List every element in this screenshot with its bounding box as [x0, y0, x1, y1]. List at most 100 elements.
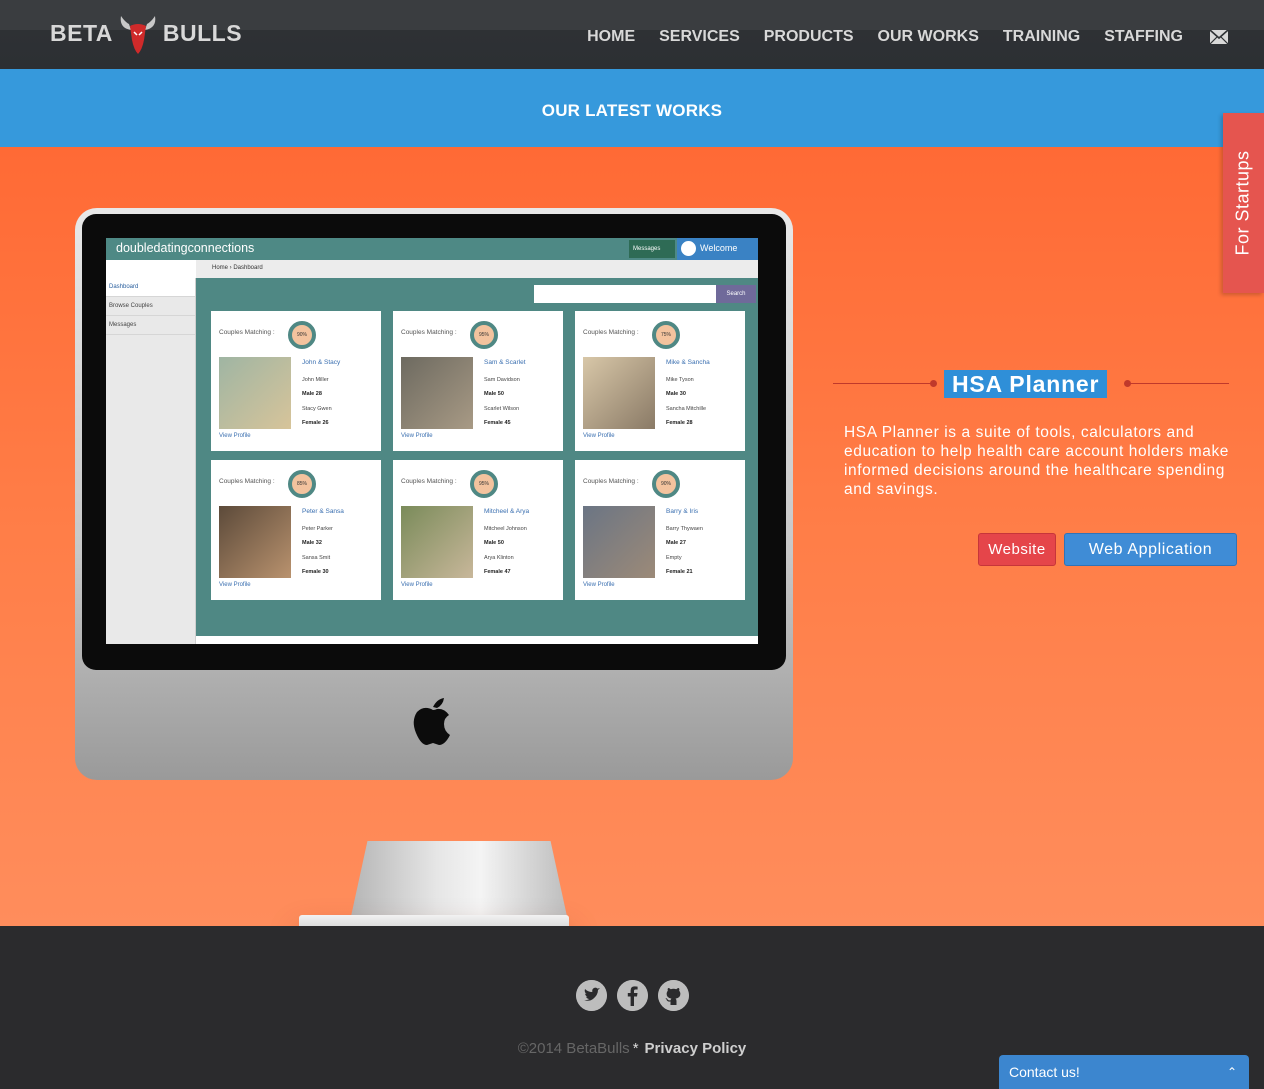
- app-search-input: [534, 285, 716, 303]
- match-percent-ring: 95%: [470, 470, 498, 498]
- couple-match-label: Couples Matching :: [401, 478, 457, 485]
- couple-card: Couples Matching : 90% Barry & Iris Barry T…: [575, 460, 745, 600]
- person-two-name: Arya Klinton: [484, 555, 514, 561]
- nav-training[interactable]: TRAINING: [1003, 28, 1080, 46]
- couple-name: Sam & Scarlet: [484, 359, 526, 366]
- person-one-details: Male 27: [666, 540, 686, 546]
- contact-us-label: Contact us!: [1009, 1064, 1080, 1080]
- match-percent-ring: 95%: [470, 321, 498, 349]
- copyright-text: ©2014 BetaBulls: [517, 1040, 630, 1057]
- couple-match-label: Couples Matching :: [401, 329, 457, 336]
- app-brand: doubledatingconnections: [116, 241, 255, 255]
- couple-card: Couples Matching : 95% Mitcheel & Arya Mitc…: [393, 460, 563, 600]
- logo[interactable]: BETA BULLS: [50, 10, 242, 56]
- couple-photo: [583, 506, 655, 578]
- couple-card: Couples Matching : 75% Mike & Sancha Mike T…: [575, 311, 745, 451]
- couple-photo: [401, 357, 473, 429]
- couple-name: Mike & Sancha: [666, 359, 710, 366]
- couple-match-label: Couples Matching :: [583, 478, 639, 485]
- view-profile-link: View Profile: [401, 433, 433, 439]
- couple-photo: [401, 506, 473, 578]
- couple-match-label: Couples Matching :: [219, 478, 275, 485]
- person-two-details: Female 26: [302, 420, 329, 426]
- couple-name: Mitcheel & Arya: [484, 508, 530, 515]
- for-startups-label: For Startups: [1232, 150, 1253, 256]
- app-content: Search Couples Matching : 90% John & Stacy…: [196, 278, 758, 636]
- couple-card: Couples Matching : 90% John & Stacy John Mi…: [211, 311, 381, 451]
- couple-card: Couples Matching : 95% Sam & Scarlet Sam Da…: [393, 311, 563, 451]
- website-button[interactable]: Website: [978, 533, 1056, 566]
- person-two-details: Female 28: [666, 420, 693, 426]
- github-icon[interactable]: [658, 980, 689, 1011]
- imac-stand-base: [299, 915, 569, 926]
- person-one-details: Male 28: [302, 391, 322, 397]
- nav-staffing[interactable]: STAFFING: [1104, 28, 1183, 46]
- web-application-button[interactable]: Web Application: [1064, 533, 1237, 566]
- logo-text-left: BETA: [50, 19, 113, 46]
- screen-app-dashboard[interactable]: doubledatingconnections Messages Welcome…: [106, 238, 758, 644]
- logo-text-right: BULLS: [162, 19, 243, 46]
- bull-logo-icon: [120, 16, 156, 54]
- couple-match-label: Couples Matching :: [219, 329, 275, 336]
- title-divider-dot: [930, 380, 937, 387]
- heart-icon: [681, 241, 696, 256]
- title-divider-right: [1130, 383, 1229, 384]
- person-two-name: Scarlet Wilson: [484, 406, 520, 412]
- couple-match-label: Couples Matching :: [583, 329, 639, 336]
- nav-home[interactable]: HOME: [587, 28, 635, 46]
- app-welcome-menu: Welcome: [677, 238, 758, 260]
- person-two-details: Female 47: [484, 569, 511, 575]
- works-header-band: OUR LATEST WORKS: [0, 69, 1264, 147]
- person-one-name: John Miller: [302, 377, 329, 383]
- view-profile-link: View Profile: [401, 582, 433, 588]
- person-one-details: Male 32: [302, 540, 322, 546]
- app-search-button: Search: [716, 285, 756, 303]
- person-two-details: Female 30: [302, 569, 329, 575]
- person-one-name: Sam Davidson: [484, 377, 520, 383]
- person-one-name: Barry Thywaen: [666, 526, 703, 532]
- nav-services[interactable]: SERVICES: [659, 28, 740, 46]
- app-sidebar: Dashboard Browse Couples Messages: [106, 278, 196, 644]
- couple-photo: [219, 506, 291, 578]
- person-one-name: Peter Parker: [302, 526, 333, 532]
- nav-products[interactable]: PRODUCTS: [764, 28, 854, 46]
- couple-photo: [583, 357, 655, 429]
- couple-name: Barry & Iris: [666, 508, 699, 515]
- person-one-details: Male 50: [484, 391, 504, 397]
- person-two-name: Stacy Gwen: [302, 406, 332, 412]
- match-percent-ring: 75%: [652, 321, 680, 349]
- view-profile-link: View Profile: [219, 582, 251, 588]
- person-one-name: Mike Tyson: [666, 377, 694, 383]
- contact-us-widget[interactable]: Contact us! ⌃: [999, 1055, 1249, 1089]
- match-percent-ring: 85%: [288, 470, 316, 498]
- main-nav: HOME SERVICES PRODUCTS OUR WORKS TRAININ…: [563, 28, 1228, 46]
- facebook-icon[interactable]: [617, 980, 648, 1011]
- couple-card: Couples Matching : 85% Peter & Sansa Peter …: [211, 460, 381, 600]
- for-startups-tab[interactable]: For Startups: [1223, 113, 1264, 293]
- view-profile-link: View Profile: [583, 582, 615, 588]
- project-title: HSA Planner: [944, 370, 1108, 398]
- twitter-icon[interactable]: [576, 980, 607, 1011]
- match-percent-ring: 90%: [652, 470, 680, 498]
- nav-our-works[interactable]: OUR WORKS: [878, 28, 979, 46]
- privacy-policy-link[interactable]: Privacy Policy: [645, 1040, 747, 1057]
- app-sidebar-item: Browse Couples: [106, 297, 195, 316]
- app-welcome-label: Welcome: [700, 243, 738, 253]
- app-footer: [196, 636, 758, 644]
- chevron-up-icon[interactable]: ⌃: [1227, 1055, 1237, 1089]
- app-breadcrumb: Home › Dashboard: [196, 260, 758, 278]
- mail-icon[interactable]: [1210, 30, 1228, 44]
- match-percent-ring: 90%: [288, 321, 316, 349]
- app-messages-button: Messages: [629, 240, 675, 258]
- top-navbar: BETA BULLS HOME SERVICES PRODUCTS OUR WO…: [0, 0, 1264, 69]
- view-profile-link: View Profile: [219, 433, 251, 439]
- person-one-details: Male 30: [666, 391, 686, 397]
- couple-photo: [219, 357, 291, 429]
- couple-name: John & Stacy: [302, 359, 341, 366]
- app-sidebar-item: Messages: [106, 316, 195, 335]
- person-two-details: Female 45: [484, 420, 511, 426]
- couple-name: Peter & Sansa: [302, 508, 344, 515]
- app-sidebar-item: Dashboard: [106, 278, 195, 297]
- app-topbar: doubledatingconnections Messages Welcome: [106, 238, 758, 260]
- apple-logo-icon: [413, 698, 450, 745]
